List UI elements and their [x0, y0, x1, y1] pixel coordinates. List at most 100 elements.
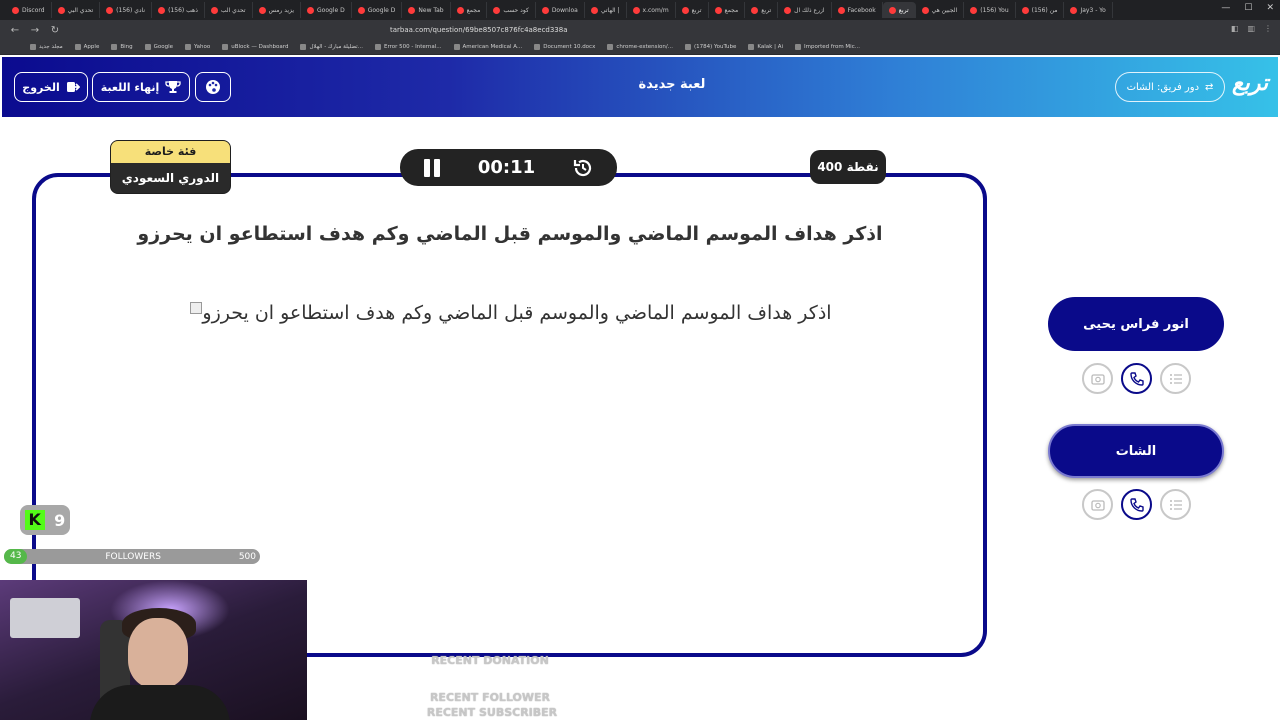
end-game-label: إنهاء اللعبة	[100, 80, 160, 94]
kick-viewer-badge: K 9	[20, 505, 70, 535]
bookmark-item[interactable]: Bing	[111, 44, 133, 50]
tab-favicon	[57, 6, 65, 14]
browser-tab[interactable]: Google D	[352, 2, 403, 18]
browser-tab[interactable]: x.com/m	[627, 2, 676, 18]
tab-favicon	[106, 6, 114, 14]
team-2-list-aid[interactable]	[1160, 489, 1191, 520]
bookmark-item[interactable]: تضليلة مبارك - الهلال...	[300, 44, 363, 50]
browser-tab[interactable]: (156) نادي	[100, 2, 153, 18]
team-2-button[interactable]: الشات	[1048, 424, 1224, 478]
reload-icon[interactable]: ↻	[50, 25, 60, 36]
phone-icon	[1129, 371, 1144, 386]
back-icon[interactable]: ←	[10, 25, 20, 36]
category-badge: فئة خاصة الدوري السعودي	[110, 140, 231, 194]
forward-icon[interactable]: →	[30, 25, 40, 36]
team-2-call-aid[interactable]	[1121, 489, 1152, 520]
team-2-swap-aid[interactable]	[1082, 489, 1113, 520]
team-2-name: الشات	[1115, 443, 1157, 459]
bookmark-label: Kalak | Ai	[757, 44, 783, 50]
followers-label: FOLLOWERS	[105, 551, 161, 562]
exit-label: الخروج	[22, 80, 60, 94]
browser-tab[interactable]: ازرع ذلك ال	[778, 2, 832, 18]
reset-timer-icon[interactable]	[571, 156, 595, 180]
browser-tab[interactable]: (156) You	[964, 2, 1016, 18]
team-1-list-aid[interactable]	[1160, 363, 1191, 394]
bookmark-item[interactable]: مجلد جديد	[30, 44, 63, 50]
maximize-icon[interactable]: ☐	[1244, 3, 1252, 13]
browser-tab[interactable]: مجمع	[451, 2, 488, 18]
bookmark-item[interactable]: Document 10.docx	[534, 44, 595, 50]
browser-tab[interactable]: تحدي الب	[205, 2, 253, 18]
tab-title: New Tab	[418, 6, 444, 14]
browser-tab[interactable]: Jay3 - Yo	[1064, 2, 1113, 18]
team-1-call-aid[interactable]	[1121, 363, 1152, 394]
browser-tab[interactable]: Downloa	[536, 2, 585, 18]
browser-tab[interactable]: يزيد رمس	[253, 2, 302, 18]
browser-tab[interactable]: Facebook	[832, 2, 883, 18]
category-name: الدوري السعودي	[111, 163, 230, 193]
browser-tab[interactable]: New Tab	[402, 2, 451, 18]
close-icon[interactable]: ✕	[1266, 3, 1274, 13]
bookmark-item[interactable]: American Medical A...	[453, 44, 523, 50]
bookmark-item[interactable]: Kalak | Ai	[748, 44, 783, 50]
tab-title: Google D	[367, 6, 396, 14]
bookmark-icon	[534, 44, 541, 50]
tab-title: (156) من	[1031, 6, 1058, 14]
browser-tab[interactable]: (156) من	[1016, 2, 1065, 18]
bookmark-item[interactable]: Error 500 - Internal...	[374, 44, 442, 50]
bookmarks-bar: مجلد جديد Apple Bing Google Yahoo uBlock — Da…	[0, 40, 1280, 55]
browser-tab[interactable]: (156) ذهب	[152, 2, 205, 18]
team-1-swap-aid[interactable]	[1082, 363, 1113, 394]
question-image-alt: اذكر هداف الموسم الماضي والموسم قبل الما…	[202, 302, 832, 324]
team-1-button[interactable]: انور فراس يحيى	[1048, 297, 1224, 351]
bookmark-item[interactable]: uBlock — Dashboard	[222, 44, 288, 50]
bookmark-item[interactable]: Yahoo	[185, 44, 210, 50]
category-type: فئة خاصة	[111, 141, 230, 163]
bookmark-item[interactable]: Google	[144, 44, 173, 50]
bookmark-icon	[795, 44, 801, 50]
bookmark-item[interactable]: (1784) YouTube	[684, 44, 736, 50]
browser-tab[interactable]: مجمع	[709, 2, 746, 18]
timer-value: 00:11	[477, 157, 536, 178]
browser-tab[interactable]: Google D	[301, 2, 352, 18]
game-title: لعبة جديدة	[638, 77, 706, 92]
browser-tab[interactable]: تحدي البي	[52, 2, 101, 18]
tab-favicon	[632, 6, 640, 14]
sidebar-icon[interactable]: ▥	[1247, 24, 1255, 33]
exit-button[interactable]: الخروج	[14, 72, 88, 102]
tab-title: تحدي البي	[67, 6, 94, 14]
points-badge: 400 نقطة	[810, 150, 886, 184]
browser-tab[interactable]: الجبين هي	[916, 2, 965, 18]
browser-tab[interactable]: تربع	[882, 2, 916, 18]
tab-title: Facebook	[847, 6, 876, 14]
url-input[interactable]: tarbaa.com/question/69be8507c876fc4a8ecd…	[390, 26, 568, 34]
browser-tab[interactable]: كود حسب	[487, 2, 536, 18]
tab-favicon	[158, 6, 166, 14]
bookmark-item[interactable]: Apple	[74, 44, 99, 50]
browser-tab[interactable]: الهاتي |	[585, 2, 627, 18]
bookmark-icon	[300, 44, 307, 50]
tab-favicon	[888, 6, 896, 14]
turn-indicator-button[interactable]: دور فريق: الشات ⇄	[1115, 72, 1225, 102]
game-header: الخروج إنهاء اللعبة لعبة جديدة دور فريق:…	[2, 57, 1278, 117]
bookmark-label: American Medical A...	[462, 44, 523, 50]
minimize-icon[interactable]: —	[1221, 3, 1230, 13]
browser-tab[interactable]: تربع	[676, 2, 709, 18]
tab-favicon	[1021, 6, 1029, 14]
palette-button[interactable]	[195, 72, 231, 102]
address-bar: ← → ↻ tarbaa.com/question/69be8507c876fc…	[0, 20, 1280, 40]
pause-icon[interactable]	[422, 157, 442, 179]
browser-tab[interactable]: تربع	[745, 2, 779, 18]
end-game-button[interactable]: إنهاء اللعبة	[92, 72, 190, 102]
extensions-icon[interactable]: ◧	[1231, 24, 1239, 33]
swap-image-icon	[1090, 373, 1105, 385]
menu-icon[interactable]: ⋮	[1264, 24, 1272, 33]
bookmark-icon	[374, 44, 381, 50]
recent-subscriber-label: RECENT SUBSCRIBER	[426, 706, 558, 719]
logo[interactable]: تربع	[1232, 71, 1268, 96]
tab-favicon	[12, 6, 19, 14]
bookmark-icon	[185, 44, 192, 50]
browser-tab[interactable]: Discord	[6, 2, 52, 18]
bookmark-item[interactable]: Imported from Mic...	[795, 44, 860, 50]
bookmark-item[interactable]: chrome-extension/...	[607, 44, 673, 50]
